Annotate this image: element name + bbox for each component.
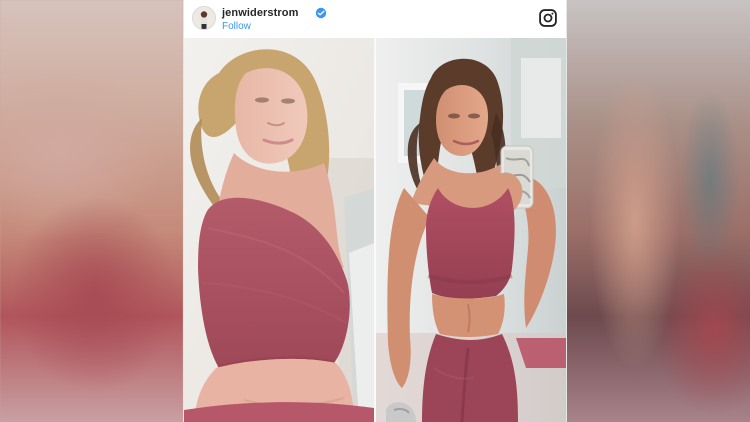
photo-right-panel (376, 38, 566, 422)
backdrop-left (0, 0, 183, 422)
username[interactable]: jenwiderstrom (222, 7, 299, 19)
photo-left-panel (184, 38, 374, 422)
avatar[interactable] (192, 6, 216, 30)
verified-badge-icon (315, 7, 327, 19)
instagram-icon[interactable] (538, 8, 558, 28)
avatar-image (193, 7, 215, 29)
right-mirror-illustration (376, 38, 566, 422)
post-photo[interactable] (184, 38, 566, 422)
post-header: jenwiderstrom Follow (184, 0, 566, 38)
backdrop-right (565, 0, 750, 422)
instagram-post-embed: jenwiderstrom Follow (183, 0, 567, 422)
follow-button[interactable]: Follow (222, 21, 251, 32)
left-selfie-illustration (184, 38, 374, 422)
